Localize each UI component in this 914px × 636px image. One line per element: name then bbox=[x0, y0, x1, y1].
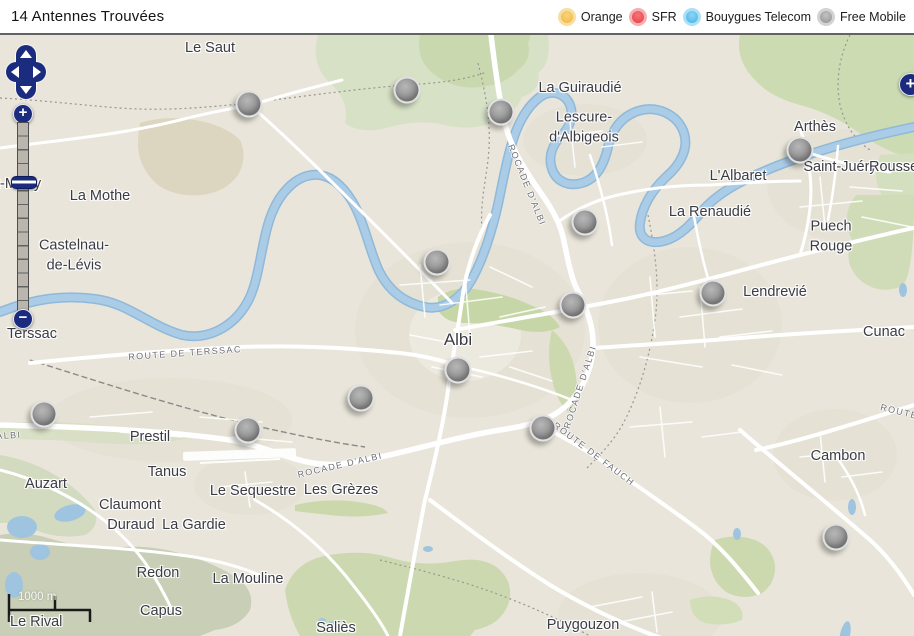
antenna-marker[interactable] bbox=[424, 249, 451, 276]
antenna-marker[interactable] bbox=[31, 401, 58, 428]
zoom-in-button[interactable]: + bbox=[13, 104, 33, 124]
legend-label: Free Mobile bbox=[840, 10, 906, 24]
antenna-marker[interactable] bbox=[700, 280, 727, 307]
operator-dot-icon bbox=[629, 8, 647, 26]
zoom-slider-handle[interactable] bbox=[11, 176, 37, 189]
operator-dot-icon bbox=[817, 8, 835, 26]
legend-label: SFR bbox=[652, 10, 677, 24]
antenna-marker[interactable] bbox=[235, 417, 262, 444]
antenna-marker[interactable] bbox=[348, 385, 375, 412]
antenna-marker[interactable] bbox=[560, 292, 587, 319]
operator-dot-icon bbox=[558, 8, 576, 26]
page-title: 14 Antennes Trouvées bbox=[11, 8, 164, 25]
antenna-marker[interactable] bbox=[572, 209, 599, 236]
header-bar: 14 Antennes Trouvées Orange SFR Bouygues T… bbox=[0, 0, 914, 35]
operator-dot-icon bbox=[683, 8, 701, 26]
legend-item: Bouygues Telecom bbox=[683, 8, 811, 26]
map-area[interactable]: ROUTE DE TERSSACROCADE D'ALBIROCADE D'AL… bbox=[0, 35, 914, 636]
legend-label: Bouygues Telecom bbox=[706, 10, 811, 24]
legend-item: Free Mobile bbox=[817, 8, 906, 26]
antenna-marker[interactable] bbox=[236, 91, 263, 118]
antenna-marker[interactable] bbox=[823, 524, 850, 551]
map-canvas bbox=[0, 35, 914, 636]
operator-legend: Orange SFR Bouygues Telecom Free Mobile bbox=[558, 8, 906, 26]
legend-item: SFR bbox=[629, 8, 677, 26]
antenna-marker[interactable] bbox=[394, 77, 421, 104]
zoom-slider-track[interactable] bbox=[17, 122, 29, 314]
legend-label: Orange bbox=[581, 10, 623, 24]
pan-control[interactable] bbox=[4, 43, 52, 105]
antenna-marker[interactable] bbox=[530, 415, 557, 442]
antenna-marker[interactable] bbox=[787, 137, 814, 164]
antenna-marker[interactable] bbox=[445, 357, 472, 384]
legend-item: Orange bbox=[558, 8, 623, 26]
antenna-marker[interactable] bbox=[488, 99, 515, 126]
zoom-out-button[interactable]: − bbox=[13, 309, 33, 329]
